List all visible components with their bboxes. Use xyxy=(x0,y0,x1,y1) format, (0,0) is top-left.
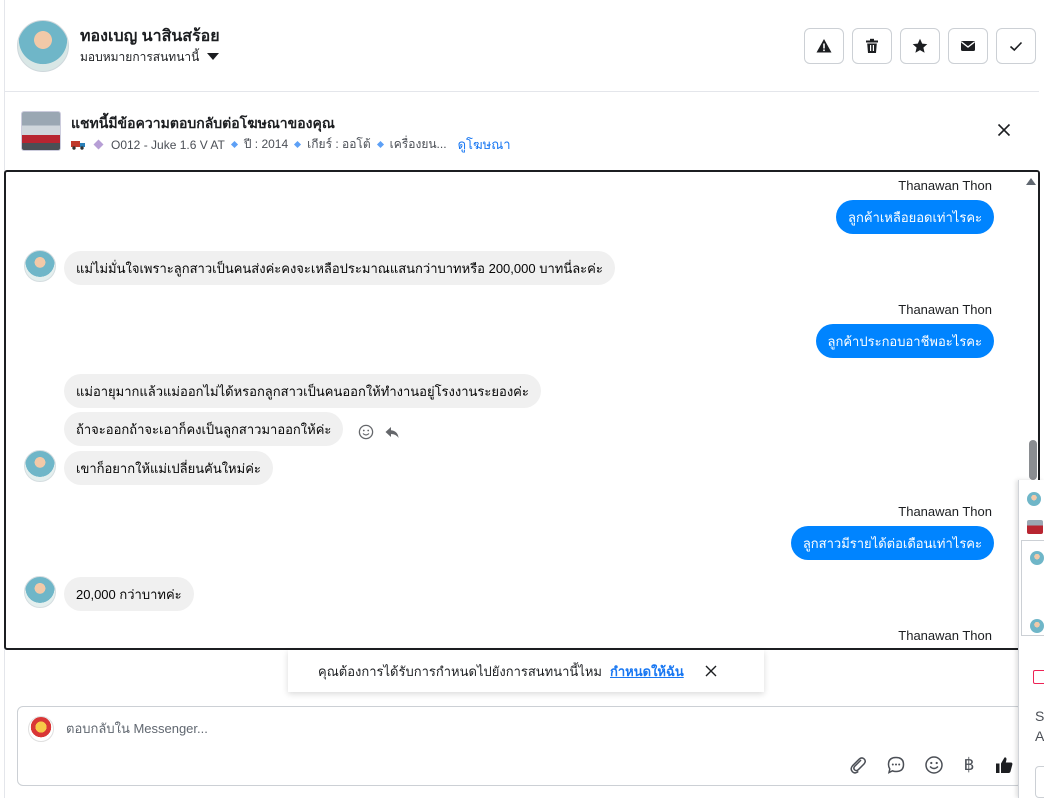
star-icon xyxy=(912,38,928,53)
separator-dot xyxy=(294,140,302,149)
thumbs-up-icon[interactable] xyxy=(994,755,1014,775)
side-panel-card xyxy=(1021,540,1044,636)
diamond-icon xyxy=(93,139,104,150)
sender-name: Thanawan Thon xyxy=(898,178,992,193)
trash-icon xyxy=(866,38,878,53)
warning-icon xyxy=(816,39,832,53)
reply-icon[interactable] xyxy=(384,424,400,440)
page-avatar xyxy=(28,716,54,742)
sender-name: Thanawan Thon xyxy=(898,504,992,519)
ad-meta-year: ปี : 2014 xyxy=(243,137,289,151)
mark-done-button[interactable] xyxy=(996,28,1036,64)
contact-avatar-small xyxy=(1030,619,1044,633)
side-panel-text: So xyxy=(1035,708,1044,724)
assign-label: มอบหมายการสนทนานี้ xyxy=(80,50,200,64)
ad-thumbnail xyxy=(1027,520,1043,534)
envelope-icon xyxy=(961,41,975,51)
caret-down-icon xyxy=(207,53,220,60)
delete-button[interactable] xyxy=(852,28,892,64)
contact-avatar-small xyxy=(1027,492,1041,506)
composer-tools: ฿ xyxy=(848,755,1014,775)
mark-unread-button[interactable] xyxy=(948,28,988,64)
ad-thumbnail[interactable] xyxy=(21,111,61,151)
header-actions xyxy=(804,28,1036,64)
close-icon[interactable] xyxy=(995,121,1013,139)
reply-composer: ฿ xyxy=(17,706,1023,786)
scrollbar-thumb[interactable] xyxy=(1029,440,1037,480)
incoming-message[interactable]: 20,000 กว่าบาทค่ะ xyxy=(64,577,194,611)
ad-banner-title: แชทนี้มีข้อความตอบกลับต่อโฆษณาของคุณ xyxy=(71,115,335,131)
assign-to-me-link[interactable]: กำหนดให้ฉัน xyxy=(610,661,684,682)
contact-avatar-small xyxy=(24,450,56,482)
side-panel-text: A xyxy=(1035,728,1044,744)
scroll-up-arrow-icon[interactable] xyxy=(1026,178,1036,185)
ad-meta-gear: เกียร์ : ออโต้ xyxy=(307,137,371,151)
incoming-message[interactable]: ถ้าจะออกถ้าจะเอาก็คงเป็นลูกสาวมาออกให้ค่… xyxy=(64,412,344,446)
contact-avatar-small xyxy=(24,576,56,608)
payment-baht-icon[interactable]: ฿ xyxy=(962,755,976,775)
side-panel-button[interactable] xyxy=(1035,766,1044,798)
assign-toast: คุณต้องการได้รับการกำหนดไปยังการสนทนานี้… xyxy=(288,650,764,692)
star-button[interactable] xyxy=(900,28,940,64)
paperclip-icon[interactable] xyxy=(848,755,868,775)
conversation-header: ทองเบญ นาสินสร้อย มอบหมายการสนทนานี้ xyxy=(5,0,1039,92)
react-emoji-icon[interactable] xyxy=(358,424,374,440)
toast-text: คุณต้องการได้รับการกำหนดไปยังการสนทนานี้… xyxy=(318,663,602,679)
close-icon[interactable] xyxy=(704,664,718,678)
sender-name: Thanawan Thon xyxy=(898,302,992,317)
outgoing-message[interactable]: ลูกค้าเหลือยอดเท่าไรคะ xyxy=(836,200,994,234)
sender-name: Thanawan Thon xyxy=(898,628,992,643)
ad-meta: O012 - Juke 1.6 V AT ปี : 2014 เกียร์ : … xyxy=(71,134,511,155)
message-actions xyxy=(358,424,400,440)
contact-avatar[interactable] xyxy=(17,20,69,72)
contact-name[interactable]: ทองเบญ นาสินสร้อย xyxy=(80,24,220,49)
contact-avatar-small xyxy=(1030,551,1044,565)
inbox-conversation-window: ทองเบญ นาสินสร้อย มอบหมายการสนทนานี้ แชท… xyxy=(0,0,1044,798)
truck-icon xyxy=(71,141,85,150)
assign-conversation-dropdown[interactable]: มอบหมายการสนทนานี้ xyxy=(80,48,220,67)
incoming-message[interactable]: แม่อายุมากแล้วแม่ออกไม่ได้หรอกลูกสาวเป็น… xyxy=(64,374,541,408)
message-thread[interactable]: Thanawan Thon ลูกค้าเหลือยอดเท่าไรคะ แม่… xyxy=(4,170,1040,650)
view-ad-link[interactable]: ดูโฆษณา xyxy=(458,134,511,155)
ad-meta-model: O012 - Juke 1.6 V AT xyxy=(111,137,225,152)
checkmark-icon xyxy=(1009,41,1023,52)
emoji-icon[interactable] xyxy=(924,755,944,775)
app-icon xyxy=(1033,670,1044,684)
ad-reply-banner: แชทนี้มีข้อความตอบกลับต่อโฆษณาของคุณ O01… xyxy=(5,93,1039,169)
outgoing-message[interactable]: ลูกค้าประกอบอาชีพอะไรคะ xyxy=(815,324,994,358)
separator-dot xyxy=(230,140,238,149)
contact-avatar-small xyxy=(24,250,56,282)
reply-input[interactable] xyxy=(66,721,766,736)
outgoing-message[interactable]: ลูกสาวมีรายได้ต่อเดือนเท่าไรคะ xyxy=(790,526,994,560)
report-spam-button[interactable] xyxy=(804,28,844,64)
side-panel-clipped: So A xyxy=(1018,480,1044,798)
separator-dot xyxy=(376,140,384,149)
saved-reply-icon[interactable] xyxy=(886,755,906,775)
ad-meta-engine: เครื่องยน... xyxy=(389,137,447,151)
incoming-message[interactable]: แม่ไม่มั่นใจเพราะลูกสาวเป็นคนส่งค่ะคงจะเ… xyxy=(64,251,615,285)
incoming-message[interactable]: เขาก็อยากให้แม่เปลี่ยนคันใหม่ค่ะ xyxy=(64,451,273,485)
